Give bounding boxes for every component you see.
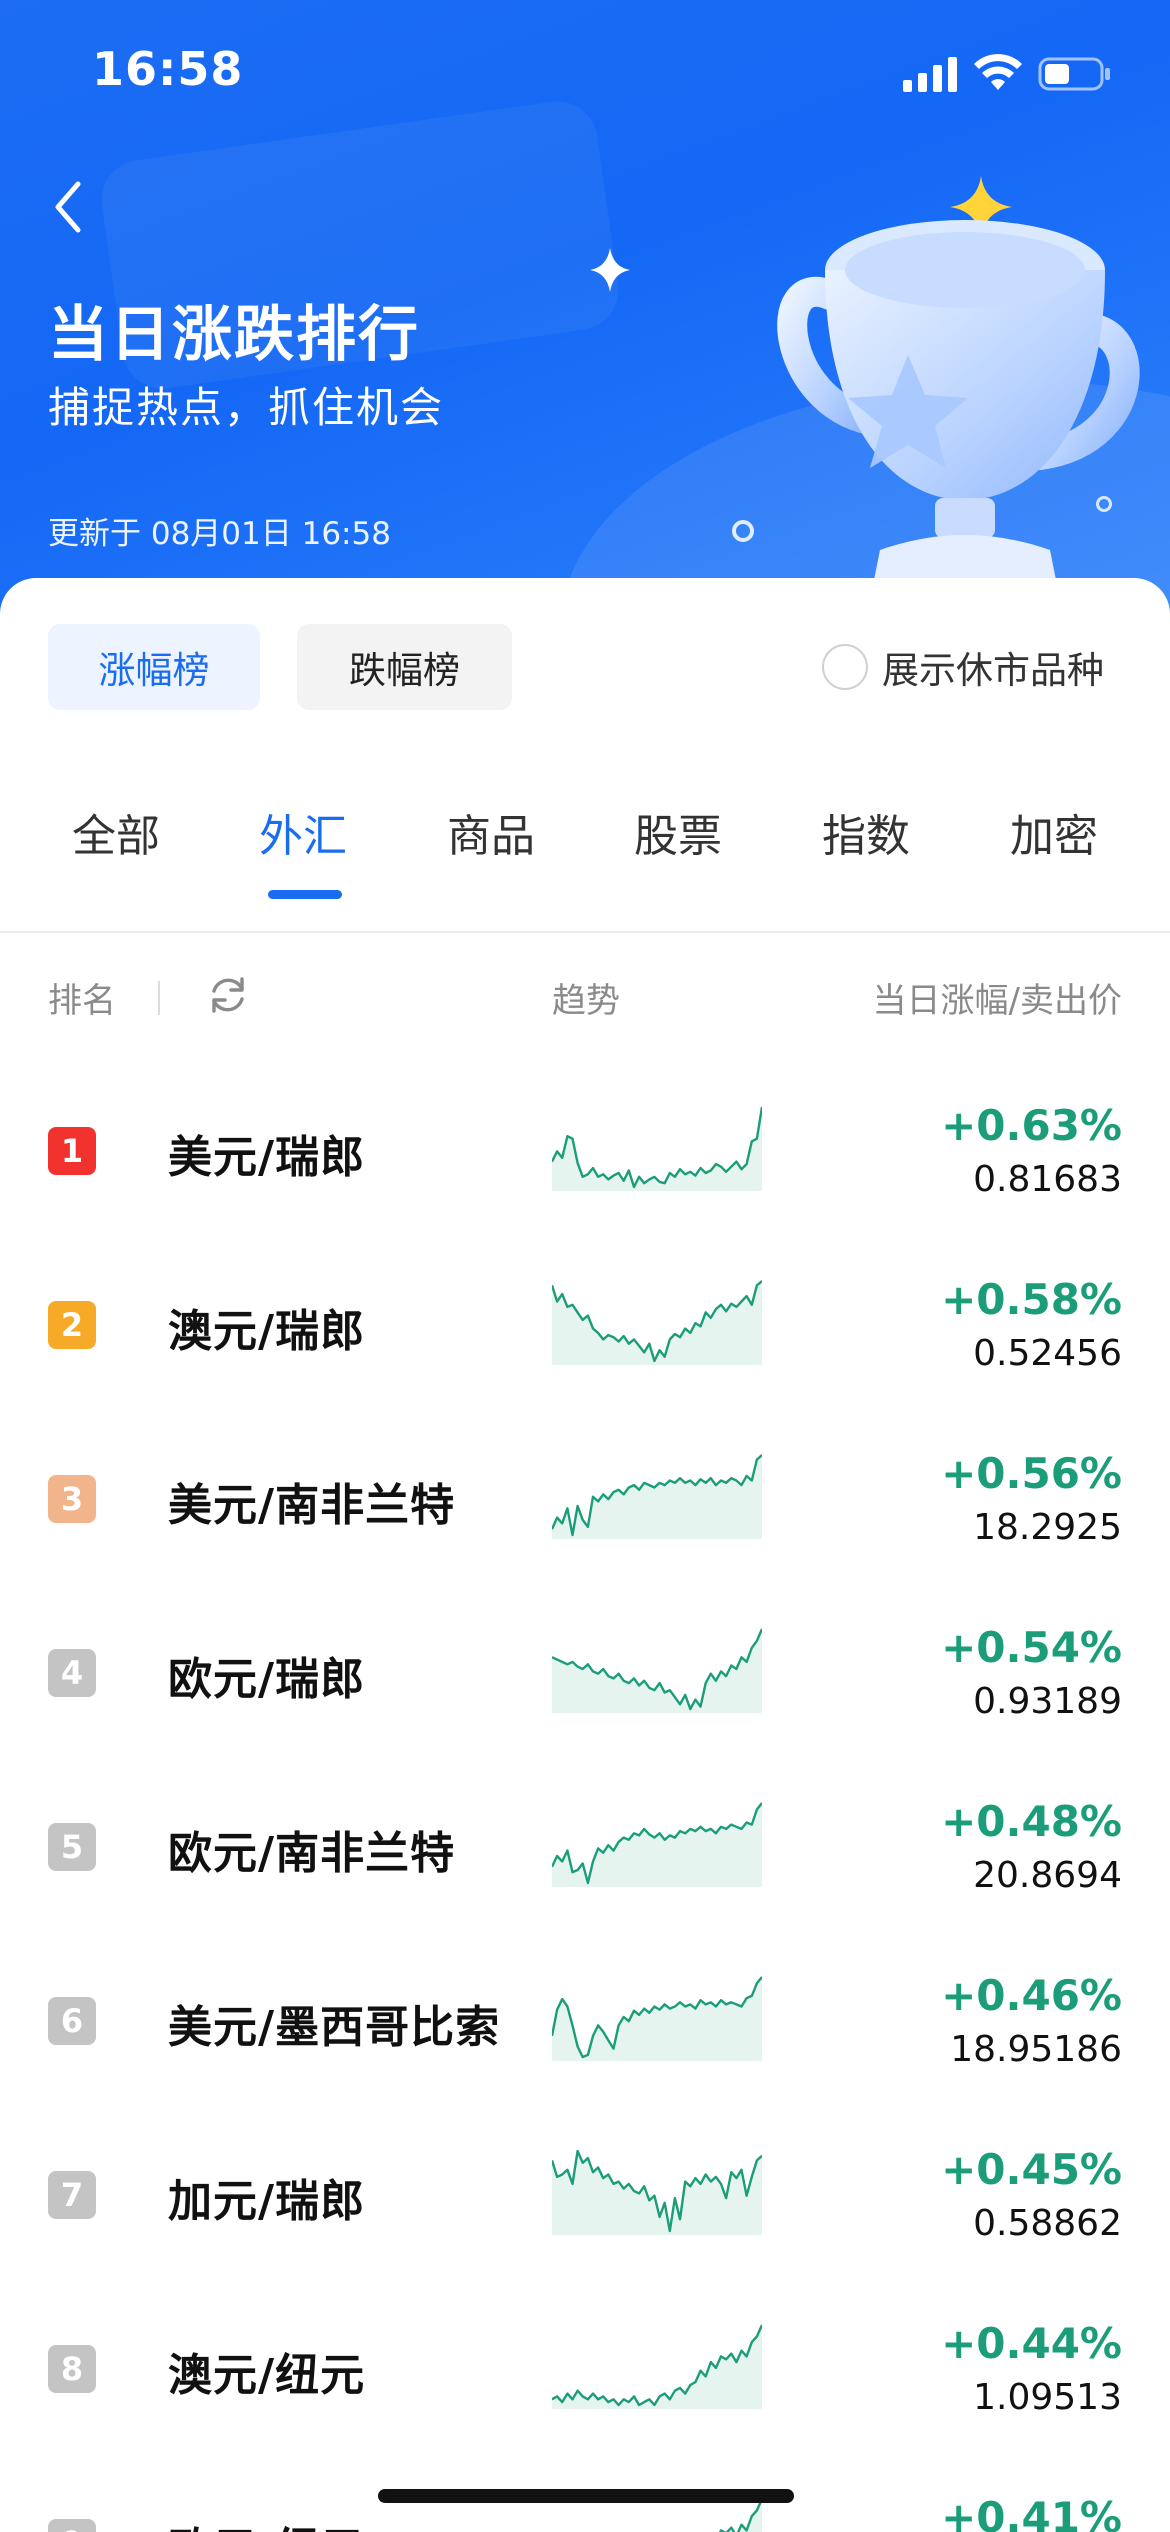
tab-indices[interactable]: 指数 bbox=[822, 800, 910, 864]
tab-losers[interactable]: 跌幅榜 bbox=[297, 624, 512, 710]
change-percent: +0.44% bbox=[941, 2319, 1122, 2368]
change-percent: +0.45% bbox=[941, 2145, 1122, 2194]
pair-name: 澳元/瑞郎 bbox=[168, 1306, 366, 1357]
sparkle-icon bbox=[590, 248, 630, 292]
pair-name: 欧元/瑞郎 bbox=[168, 1654, 366, 1705]
refresh-icon[interactable] bbox=[206, 973, 250, 1017]
tab-forex[interactable]: 外汇 bbox=[259, 800, 347, 864]
column-rank: 排名 bbox=[48, 981, 116, 1021]
update-timestamp: 更新于 08月01日 16:58 bbox=[48, 516, 391, 552]
show-closed-markets-toggle[interactable]: 展示休市品种 bbox=[822, 640, 1104, 694]
table-row[interactable]: 3 美元/南非兰特 +0.56% 18.2925 bbox=[0, 1421, 1170, 1595]
home-indicator[interactable] bbox=[378, 2489, 794, 2503]
table-row[interactable]: 2 澳元/瑞郎 +0.58% 0.52456 bbox=[0, 1247, 1170, 1421]
sparkline-line bbox=[718, 2498, 762, 2532]
trend-sparkline bbox=[552, 1454, 762, 1539]
sell-price: 0.58862 bbox=[973, 2203, 1122, 2244]
pair-name: 欧元/南非兰特 bbox=[168, 1828, 456, 1879]
pair-name: 美元/墨西哥比索 bbox=[168, 2002, 501, 2053]
toggle-label: 展示休市品种 bbox=[882, 649, 1104, 692]
status-time: 16:58 bbox=[92, 42, 244, 96]
tab-gainers[interactable]: 涨幅榜 bbox=[48, 624, 260, 710]
active-tab-indicator bbox=[268, 890, 342, 899]
decor-circle bbox=[732, 520, 754, 542]
sell-price: 18.95186 bbox=[950, 2029, 1122, 2070]
table-row[interactable]: 8 澳元/纽元 +0.44% 1.09513 bbox=[0, 2291, 1170, 2465]
pair-name: 欧元/纽元 bbox=[168, 2513, 365, 2532]
divider bbox=[158, 981, 160, 1015]
rank-badge: 1 bbox=[48, 1127, 96, 1175]
status-bar: 16:58 bbox=[0, 0, 1170, 150]
table-row[interactable]: 5 欧元/南非兰特 +0.48% 20.8694 bbox=[0, 1769, 1170, 1943]
change-percent: +0.58% bbox=[941, 1275, 1122, 1324]
change-percent: +0.46% bbox=[941, 1971, 1122, 2020]
battery-icon bbox=[1038, 57, 1110, 91]
trend-sparkline bbox=[552, 2149, 762, 2235]
pair-name: 美元/瑞郎 bbox=[168, 1132, 366, 1183]
back-arrow-icon[interactable] bbox=[44, 176, 94, 238]
trend-sparkline bbox=[552, 1628, 762, 1713]
table-row[interactable]: 1 美元/瑞郎 +0.63% 0.81683 bbox=[0, 1073, 1170, 1247]
sparkline-area bbox=[552, 1281, 762, 1365]
table-row[interactable]: 4 欧元/瑞郎 +0.54% 0.93189 bbox=[0, 1595, 1170, 1769]
sparkline-area bbox=[552, 1803, 762, 1887]
trophy-icon bbox=[777, 220, 1140, 600]
table-row[interactable]: 7 加元/瑞郎 +0.45% 0.58862 bbox=[0, 2117, 1170, 2291]
sparkline-area bbox=[552, 1977, 762, 2061]
rank-badge: 5 bbox=[48, 1823, 96, 1871]
ranking-card: 涨幅榜 跌幅榜 展示休市品种 全部 外汇 商品 股票 指数 加密 排名 趋势 当… bbox=[0, 578, 1170, 2532]
rank-badge: 7 bbox=[48, 2171, 96, 2219]
trend-sparkline bbox=[552, 1976, 762, 2061]
rank-badge: 9 bbox=[48, 2519, 96, 2532]
category-tabs: 全部 外汇 商品 股票 指数 加密 bbox=[0, 800, 1170, 912]
divider bbox=[0, 931, 1170, 933]
column-change-price: 当日涨幅/卖出价 bbox=[872, 981, 1122, 1021]
trend-sparkline bbox=[552, 1280, 762, 1365]
rank-badge: 2 bbox=[48, 1301, 96, 1349]
header-banner: 16:58 当日涨跌排行 捕捉热点，抓住机会 更新于 08月01日 16:58 bbox=[0, 0, 1170, 620]
sell-price: 20.8694 bbox=[973, 1855, 1122, 1896]
pair-name: 加元/瑞郎 bbox=[168, 2176, 366, 2227]
wifi-icon bbox=[974, 54, 1022, 90]
radio-circle-icon[interactable] bbox=[822, 644, 868, 690]
trend-sparkline bbox=[552, 1802, 762, 1887]
column-trend: 趋势 bbox=[552, 981, 620, 1021]
pair-name: 美元/南非兰特 bbox=[168, 1480, 456, 1531]
change-percent: +0.41% bbox=[941, 2493, 1122, 2532]
sell-price: 18.2925 bbox=[973, 1507, 1122, 1548]
pair-name: 澳元/纽元 bbox=[168, 2350, 366, 2401]
sparkline-area bbox=[552, 1455, 762, 1539]
table-row[interactable]: 6 美元/墨西哥比索 +0.46% 18.95186 bbox=[0, 1943, 1170, 2117]
change-percent: +0.48% bbox=[941, 1797, 1122, 1846]
trend-sparkline bbox=[552, 1106, 762, 1191]
rank-badge: 6 bbox=[48, 1997, 96, 2045]
page-title: 当日涨跌排行 bbox=[48, 300, 420, 370]
sell-price: 0.93189 bbox=[973, 1681, 1122, 1722]
change-percent: +0.63% bbox=[941, 1101, 1122, 1150]
sparkline-area bbox=[552, 1629, 762, 1713]
change-percent: +0.54% bbox=[941, 1623, 1122, 1672]
sell-price: 0.81683 bbox=[973, 1159, 1122, 1200]
page-subtitle: 捕捉热点，抓住机会 bbox=[48, 383, 445, 432]
column-header: 排名 趋势 当日涨幅/卖出价 bbox=[0, 973, 1170, 1033]
change-percent: +0.56% bbox=[941, 1449, 1122, 1498]
rank-badge: 4 bbox=[48, 1649, 96, 1697]
sell-price: 1.09513 bbox=[973, 2377, 1122, 2418]
rank-badge: 3 bbox=[48, 1475, 96, 1523]
tab-stocks[interactable]: 股票 bbox=[634, 800, 722, 864]
tab-crypto[interactable]: 加密 bbox=[1010, 800, 1098, 864]
trend-sparkline bbox=[552, 2324, 762, 2409]
tab-all[interactable]: 全部 bbox=[72, 800, 160, 864]
ranking-list: 1 美元/瑞郎 +0.63% 0.81683 2 澳元/瑞郎 +0.58% 0.… bbox=[0, 1073, 1170, 2532]
sell-price: 0.52456 bbox=[973, 1333, 1122, 1374]
tab-commodities[interactable]: 商品 bbox=[447, 800, 535, 864]
rank-badge: 8 bbox=[48, 2345, 96, 2393]
cellular-signal-icon bbox=[903, 57, 957, 92]
